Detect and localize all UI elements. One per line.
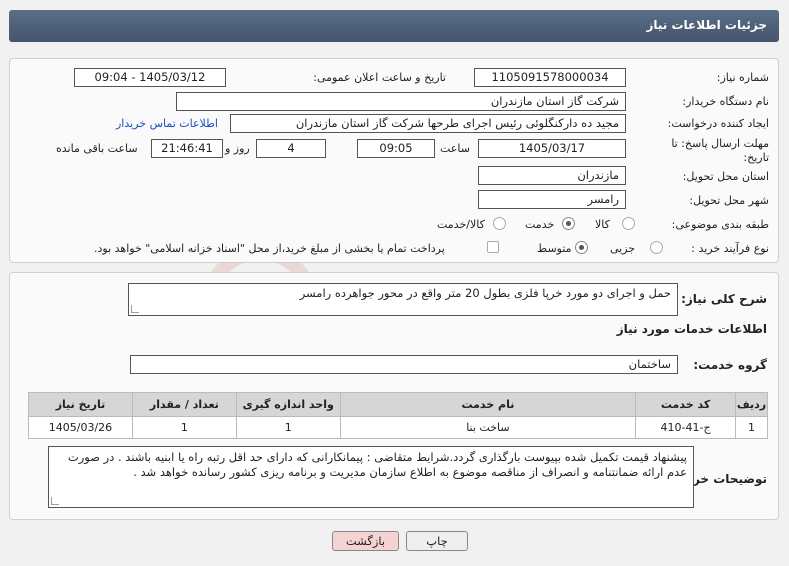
service-group-field: ساختمان <box>130 355 678 374</box>
category-radio-goods-service[interactable] <box>493 217 506 230</box>
announce-datetime-label: تاریخ و ساعت اعلان عمومی: <box>313 71 446 84</box>
creator-field: مجید ده دارکنگلوئی رئیس اجرای طرحها شرکت… <box>230 114 626 133</box>
process-radio-minor[interactable] <box>650 241 663 254</box>
back-button[interactable]: بازگشت <box>332 531 399 551</box>
deadline-time-label: ساعت <box>440 142 470 155</box>
deadline-label: مهلت ارسال پاسخ: تا تاریخ: <box>649 137 769 165</box>
col-row: ردیف <box>735 392 768 417</box>
page-header: جزئیات اطلاعات نیاز <box>9 10 779 42</box>
cell-row: 1 <box>735 416 768 439</box>
city-field: رامسر <box>478 190 626 209</box>
process-option-minor: جزیی <box>610 242 636 255</box>
resize-handle[interactable] <box>51 497 59 505</box>
deadline-label-text: مهلت ارسال پاسخ: تا تاریخ: <box>671 137 769 164</box>
process-label: نوع فرآیند خرید : <box>691 242 769 255</box>
payment-note: پرداخت تمام یا بخشی از مبلغ خرید،از محل … <box>94 242 445 255</box>
table-row: 1 ج-41-410 ساخت بنا 1 1 1405/03/26 <box>28 416 768 439</box>
cell-need-date: 1405/03/26 <box>28 416 133 439</box>
city-label: شهر محل تحویل: <box>689 194 769 207</box>
buyer-notes-text: پیشنهاد قیمت تکمیل شده بپیوست بارگذاری گ… <box>67 450 687 479</box>
buyer-notes-textarea[interactable]: پیشنهاد قیمت تکمیل شده بپیوست بارگذاری گ… <box>48 446 694 508</box>
process-option-medium: متوسط <box>537 242 572 255</box>
category-label: طبقه بندی موضوعی: <box>671 218 769 231</box>
col-service-name: نام خدمت <box>339 392 637 417</box>
summary-text: حمل و اجرای دو مورد خرپا فلزی بطول 20 مت… <box>299 286 671 300</box>
col-need-date: تاریخ نیاز <box>28 392 133 417</box>
process-radio-medium[interactable] <box>575 241 588 254</box>
cell-service-name: ساخت بنا <box>339 416 637 439</box>
category-radio-goods[interactable] <box>622 217 635 230</box>
announce-datetime-field: 1405/03/12 - 09:04 <box>74 68 226 87</box>
col-unit: واحد اندازه گیری <box>235 392 341 417</box>
category-option-goods: کالا <box>595 218 610 231</box>
province-label: استان محل تحویل: <box>682 170 769 183</box>
buyer-org-label: نام دستگاه خریدار: <box>682 95 769 108</box>
buyer-contact-link[interactable]: اطلاعات تماس خریدار <box>116 117 218 130</box>
services-table-header: ردیف کد خدمت نام خدمت واحد اندازه گیری ت… <box>28 392 768 417</box>
summary-label: شرح کلی نیاز: <box>681 292 767 306</box>
creator-label: ایجاد کننده درخواست: <box>667 117 769 130</box>
cell-quantity: 1 <box>131 416 237 439</box>
cell-service-code: ج-41-410 <box>635 416 737 439</box>
need-number-field: 1105091578000034 <box>474 68 626 87</box>
resize-handle[interactable] <box>131 305 139 313</box>
need-number-label: شماره نیاز: <box>716 71 769 84</box>
buyer-org-field: شرکت گاز استان مازندران <box>176 92 626 111</box>
deadline-date-field: 1405/03/17 <box>478 139 626 158</box>
page-title: جزئیات اطلاعات نیاز <box>646 18 767 32</box>
remaining-time-label: ساعت باقی مانده <box>56 142 138 155</box>
print-button[interactable]: چاپ <box>406 531 468 551</box>
province-field: مازندران <box>478 166 626 185</box>
category-option-goods-service: کالا/خدمت <box>437 218 485 231</box>
col-quantity: تعداد / مقدار <box>131 392 237 417</box>
cell-unit: 1 <box>235 416 341 439</box>
deadline-time-field: 09:05 <box>357 139 435 158</box>
payment-checkbox[interactable] <box>487 241 499 253</box>
days-label: روز و <box>225 142 250 155</box>
days-field: 4 <box>256 139 326 158</box>
category-option-service: خدمت <box>525 218 555 231</box>
col-service-code: کد خدمت <box>635 392 737 417</box>
category-radio-service[interactable] <box>562 217 575 230</box>
remaining-time-field: 21:46:41 <box>151 139 223 158</box>
services-table: ردیف کد خدمت نام خدمت واحد اندازه گیری ت… <box>28 392 768 439</box>
service-group-label: گروه خدمت: <box>693 358 767 372</box>
services-section-title: اطلاعات خدمات مورد نیاز <box>616 322 767 336</box>
summary-textarea[interactable]: حمل و اجرای دو مورد خرپا فلزی بطول 20 مت… <box>128 283 678 316</box>
